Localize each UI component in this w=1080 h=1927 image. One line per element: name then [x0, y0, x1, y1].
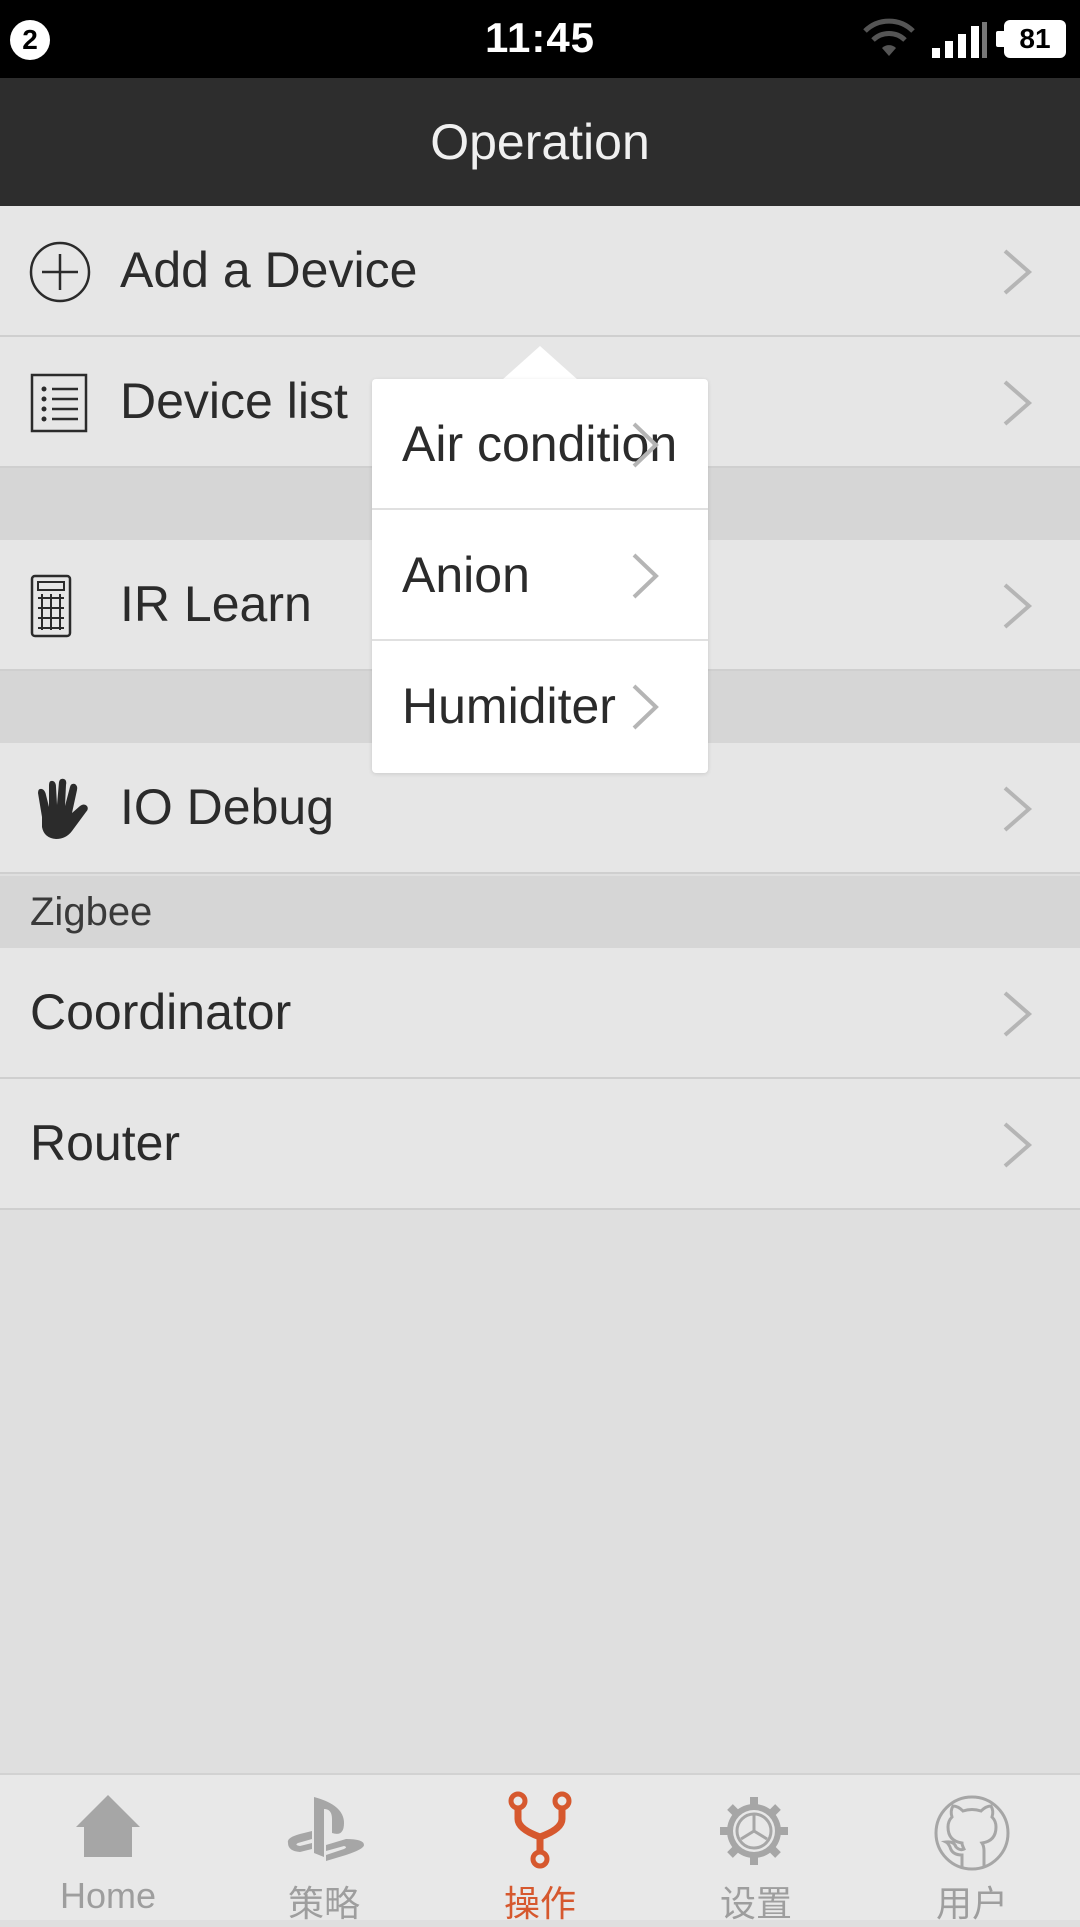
tab-home[interactable]: Home	[0, 1775, 216, 1920]
tab-strategy[interactable]: 策略	[216, 1775, 432, 1924]
tab-operation[interactable]: 操作	[432, 1775, 648, 1924]
battery-level: 81	[996, 20, 1066, 58]
chevron-right-icon	[632, 684, 659, 730]
home-icon	[76, 1795, 140, 1857]
add-device-row[interactable]: Add a Device	[0, 206, 1080, 337]
chevron-right-icon	[1003, 583, 1033, 629]
tab-label: Home	[59, 1875, 157, 1916]
chevron-right-icon	[1003, 1122, 1033, 1168]
calculator-icon	[30, 574, 72, 638]
ir-learn-label: IR Learn	[120, 576, 312, 632]
section-header-zigbee: Zigbee	[0, 876, 1080, 948]
device-type-popover: Air condition Anion Humiditer	[372, 379, 708, 773]
router-row[interactable]: Router	[0, 1079, 1080, 1210]
chevron-right-icon	[1003, 249, 1033, 295]
popover-item-air-condition[interactable]: Air condition	[372, 379, 708, 510]
github-icon	[934, 1795, 1010, 1871]
popover-item-label: Humiditer	[402, 678, 616, 734]
page-title: Operation	[430, 114, 650, 170]
status-time: 11:45	[484, 14, 596, 61]
tab-label: 操作	[503, 1883, 576, 1924]
status-bar: 2 11:45 81	[0, 0, 1080, 78]
add-device-label: Add a Device	[120, 242, 418, 298]
tab-settings[interactable]: 设置	[648, 1775, 864, 1924]
wifi-icon	[863, 18, 915, 56]
popover-item-label: Anion	[402, 547, 530, 603]
tab-bar: Home 策略 操作 设置 用户	[0, 1773, 1080, 1924]
coordinator-label: Coordinator	[30, 984, 292, 1040]
signal-icon	[932, 22, 987, 58]
chevron-right-icon	[632, 553, 659, 599]
chevron-right-icon	[1003, 991, 1033, 1037]
fork-icon	[508, 1791, 572, 1869]
tab-user[interactable]: 用户	[864, 1775, 1080, 1924]
popover-arrow	[502, 346, 578, 380]
tab-label: 策略	[287, 1883, 360, 1924]
nav-bar: Operation	[0, 78, 1080, 206]
device-list-label: Device list	[120, 373, 348, 429]
io-debug-label: IO Debug	[120, 779, 335, 835]
tab-label: 用户	[935, 1883, 1008, 1924]
section-header-label: Zigbee	[30, 890, 153, 934]
tab-label: 设置	[719, 1883, 792, 1924]
plus-circle-icon	[29, 241, 91, 303]
router-label: Router	[30, 1115, 181, 1171]
popover-item-anion[interactable]: Anion	[372, 510, 708, 641]
coordinator-row[interactable]: Coordinator	[0, 948, 1080, 1079]
list-icon	[30, 373, 88, 433]
hand-icon	[38, 778, 88, 839]
gear-icon	[720, 1797, 788, 1865]
chevron-right-icon	[1003, 380, 1033, 426]
chevron-right-icon	[632, 422, 659, 468]
chevron-right-icon	[1003, 786, 1033, 832]
popover-item-humiditer[interactable]: Humiditer	[372, 641, 708, 772]
playstation-icon	[287, 1797, 364, 1861]
